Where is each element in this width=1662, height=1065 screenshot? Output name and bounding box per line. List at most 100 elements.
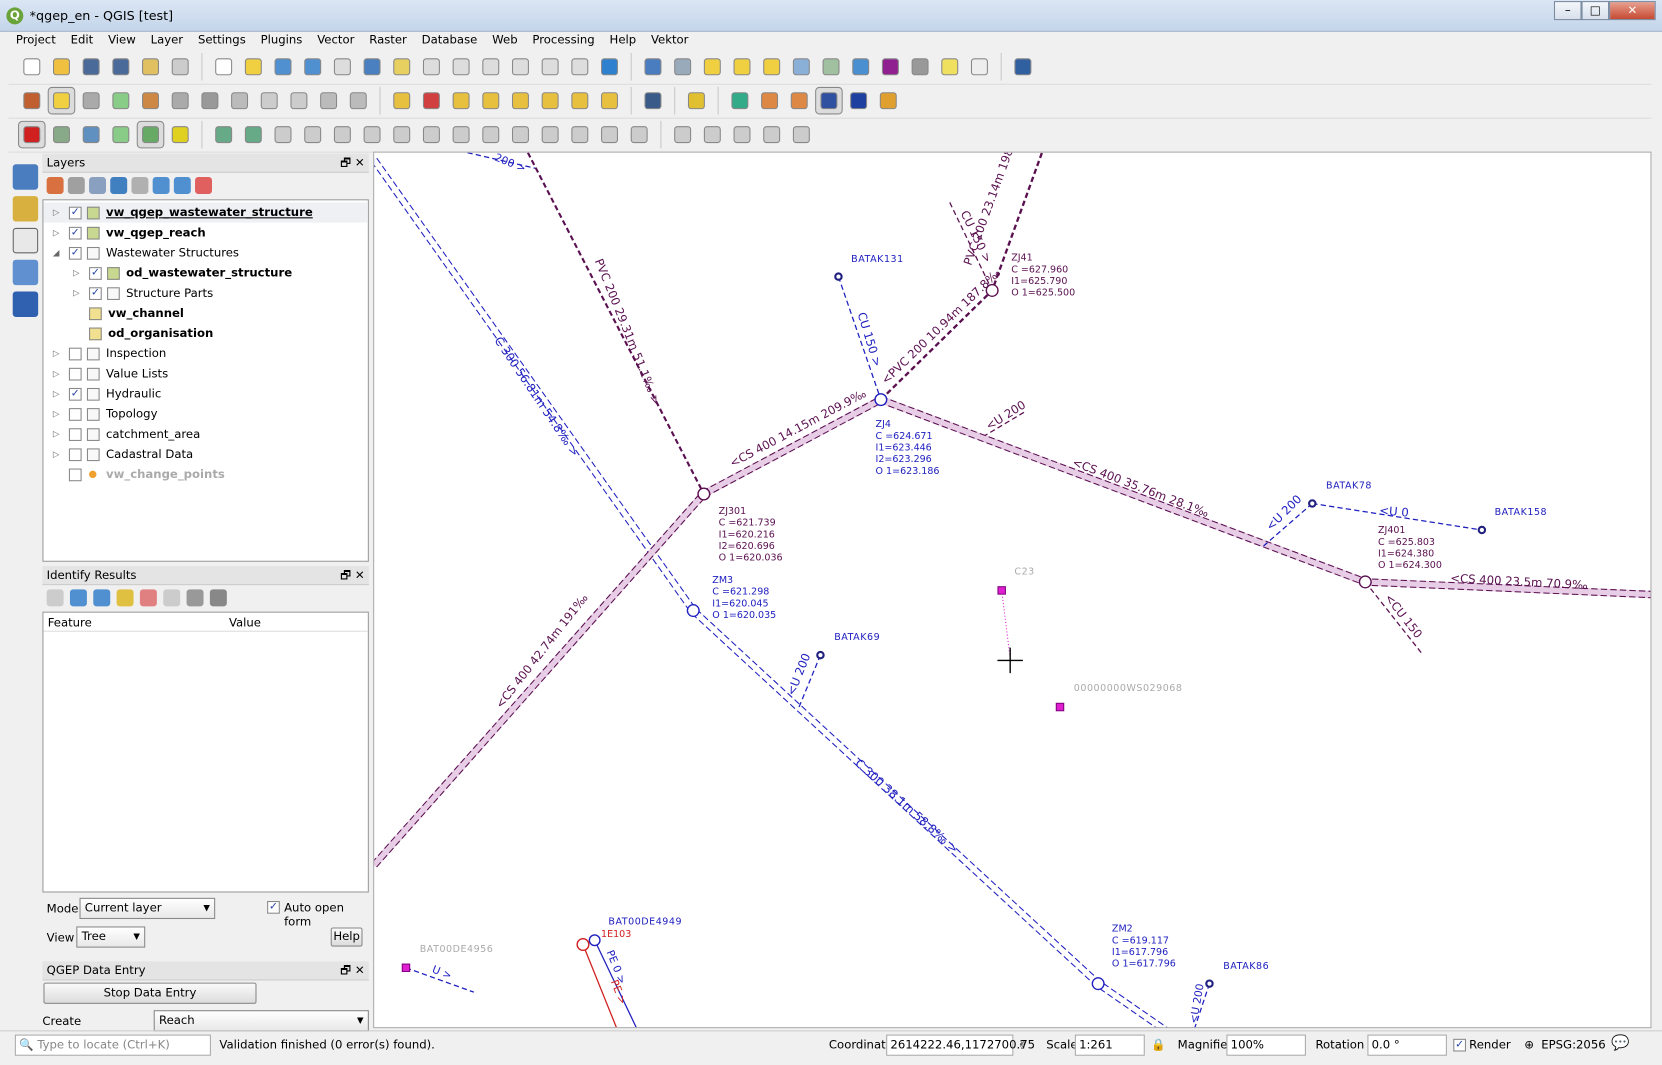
highlight-pinned-label-icon[interactable] <box>478 87 503 112</box>
expand-arrow-icon[interactable]: ▷ <box>50 409 63 419</box>
copy-move-icon[interactable] <box>597 121 622 146</box>
avoid-intersections-icon[interactable] <box>167 121 192 146</box>
layer-item[interactable]: ▷ Cadastral Data <box>43 444 367 464</box>
new-map-view-icon[interactable] <box>567 54 592 79</box>
split-parts-icon[interactable] <box>270 121 295 146</box>
add-rectangle-icon[interactable] <box>759 121 784 146</box>
simplify-icon[interactable] <box>537 121 562 146</box>
qgep-downstream-icon[interactable] <box>757 87 782 112</box>
show-hide-labels-icon[interactable] <box>508 87 533 112</box>
wastewater-point-marker[interactable] <box>401 963 411 973</box>
crs-globe-icon[interactable]: ⊕ <box>1524 1038 1534 1052</box>
menu-project[interactable]: Project <box>8 32 63 49</box>
reach-pvc200-a[interactable] <box>526 152 705 495</box>
close-button[interactable]: ✕ <box>1609 1 1656 21</box>
add-ellipse-icon[interactable] <box>729 121 754 146</box>
collapse-all-icon[interactable] <box>173 177 191 194</box>
add-group-icon[interactable] <box>67 177 85 194</box>
layer-item[interactable]: ▷ ✓ vw_qgep_reach <box>43 223 367 243</box>
refresh-icon[interactable] <box>597 54 622 79</box>
new-vector-layer-icon[interactable] <box>12 227 39 254</box>
pan-icon[interactable] <box>211 54 236 79</box>
attribute-table-icon[interactable] <box>789 54 814 79</box>
node-tool-icon[interactable] <box>49 121 74 146</box>
current-edits-icon[interactable] <box>19 87 44 112</box>
render-checkbox[interactable]: ✓ <box>1453 1038 1466 1052</box>
column-feature[interactable]: Feature <box>48 616 92 630</box>
select-by-expression-icon[interactable] <box>729 54 754 79</box>
layer-item[interactable]: vw_channel <box>43 303 367 323</box>
stop-data-entry-button[interactable]: Stop Data Entry <box>43 982 257 1004</box>
zoom-in-icon[interactable] <box>270 54 295 79</box>
map-tips-icon[interactable] <box>937 54 962 79</box>
expand-arrow-icon[interactable]: ▷ <box>50 208 63 218</box>
layer-item[interactable]: ▷ ✓ vw_qgep_wastewater_structure <box>43 202 368 223</box>
reach-cs400-inner[interactable] <box>374 396 1651 867</box>
wastewater-point-marker[interactable] <box>1205 979 1214 988</box>
expand-arrow-icon[interactable]: ▷ <box>50 429 63 439</box>
layer-item[interactable]: ▷ ✓ Hydraulic <box>43 384 367 404</box>
menu-database[interactable]: Database <box>414 32 484 49</box>
text-annotation-icon[interactable] <box>967 54 992 79</box>
menu-vector[interactable]: Vector <box>310 32 362 49</box>
change-label-icon[interactable] <box>597 87 622 112</box>
crs-button[interactable]: EPSG:2056 <box>1541 1038 1605 1052</box>
show-bookmarks-icon[interactable] <box>537 54 562 79</box>
print-icon[interactable] <box>186 589 204 607</box>
python-console-icon[interactable] <box>684 87 709 112</box>
menu-vektor[interactable]: Vektor <box>644 32 696 49</box>
field-calculator-icon[interactable] <box>818 54 843 79</box>
processing-toolbox-icon[interactable] <box>848 54 873 79</box>
expand-arrow-icon[interactable]: ▷ <box>70 288 83 298</box>
run-action-icon[interactable] <box>670 54 695 79</box>
measure-icon[interactable] <box>907 54 932 79</box>
reach-cs400-fill[interactable] <box>374 395 1651 868</box>
rotate-label-icon[interactable] <box>567 87 592 112</box>
add-circle-icon[interactable] <box>700 121 725 146</box>
layout-manager-icon[interactable] <box>167 54 192 79</box>
locator-input[interactable]: 🔍 Type to locate (Ctrl+K) <box>14 1034 211 1056</box>
layer-item[interactable]: ▷ Value Lists <box>43 364 367 384</box>
layer-visibility-checkbox[interactable]: ✓ <box>89 266 102 280</box>
menu-edit[interactable]: Edit <box>63 32 100 49</box>
move-label-icon[interactable] <box>537 87 562 112</box>
add-circular-string-icon[interactable] <box>670 121 695 146</box>
menu-plugins[interactable]: Plugins <box>253 32 310 49</box>
rotate-feature-icon[interactable] <box>508 121 533 146</box>
layer-visibility-checkbox[interactable]: ✓ <box>68 226 82 240</box>
label-abc-icon[interactable] <box>389 87 414 112</box>
panel-float-close-buttons[interactable]: 🗗 ✕ <box>340 154 364 173</box>
snap-to-intersection-icon[interactable] <box>108 121 133 146</box>
menu-layer[interactable]: Layer <box>143 32 190 49</box>
maximize-button[interactable]: □ <box>1581 1 1610 21</box>
link-dotted[interactable] <box>1001 590 1011 659</box>
layer-item[interactable]: vw_change_points <box>43 464 367 484</box>
qgep-connect-icon[interactable] <box>876 87 901 112</box>
layer-visibility-checkbox[interactable] <box>68 447 82 461</box>
undo-icon[interactable] <box>316 87 341 112</box>
layer-item[interactable]: ▷ catchment_area <box>43 424 367 444</box>
layer-visibility-checkbox[interactable] <box>68 427 82 441</box>
qgep-upstream-icon[interactable] <box>787 87 812 112</box>
layer-visibility-checkbox[interactable]: ✓ <box>68 387 82 401</box>
expand-arrow-icon[interactable]: ▷ <box>50 349 63 359</box>
qgep-wizard-icon[interactable] <box>815 86 843 114</box>
delete-part-icon[interactable] <box>478 121 503 146</box>
manhole-node[interactable] <box>874 393 888 407</box>
menu-view[interactable]: View <box>101 32 144 49</box>
layer-style-icon[interactable] <box>46 177 64 194</box>
zoom-to-layer-icon[interactable] <box>419 54 444 79</box>
expand-arrow-icon[interactable]: ◢ <box>50 248 63 258</box>
clear-results-icon[interactable] <box>139 589 157 607</box>
zoom-last-icon[interactable] <box>448 54 473 79</box>
menu-help[interactable]: Help <box>602 32 643 49</box>
layer-item[interactable]: ▷ Inspection <box>43 343 367 363</box>
diagram-icon[interactable] <box>419 87 444 112</box>
layer-tree[interactable]: ▷ ✓ vw_qgep_wastewater_structure ▷ ✓ vw_qgep_… <box>42 199 369 562</box>
messages-icon[interactable]: 💬 <box>1611 1035 1629 1052</box>
zoom-full-icon[interactable] <box>359 54 384 79</box>
layer-item[interactable]: ▷ Topology <box>43 404 367 424</box>
manhole-node[interactable] <box>1358 575 1372 589</box>
add-spatialite-icon[interactable] <box>12 291 39 317</box>
pin-label-icon[interactable] <box>448 87 473 112</box>
